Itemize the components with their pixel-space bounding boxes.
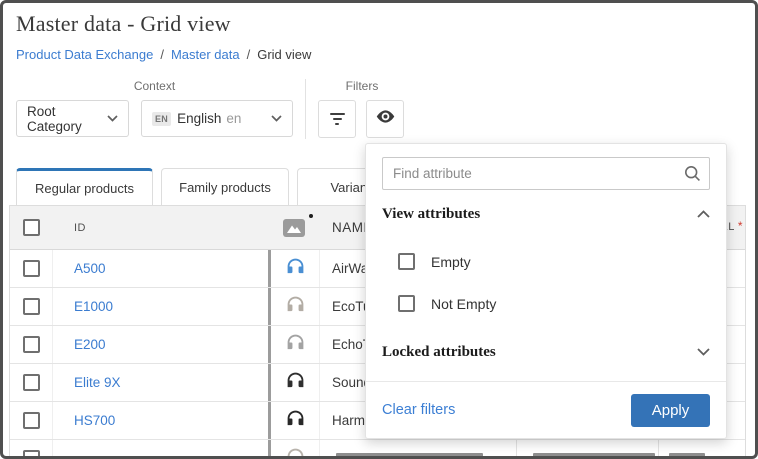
section-title: Locked attributes <box>382 344 496 361</box>
row-checkbox[interactable] <box>23 412 40 429</box>
product-id-link[interactable]: A500 <box>74 261 106 276</box>
chevron-up-icon <box>697 205 710 223</box>
filters-label: Filters <box>318 79 406 93</box>
empty-checkbox[interactable] <box>398 253 415 270</box>
locale-language: English <box>177 111 221 126</box>
view-attributes-button[interactable] <box>366 100 404 138</box>
filter-list-icon <box>330 112 345 127</box>
section-title: View attributes <box>382 206 480 223</box>
headphones-product-image <box>285 446 306 457</box>
row-checkbox[interactable] <box>23 450 40 456</box>
clipped-text <box>336 453 483 456</box>
row-checkbox[interactable] <box>23 260 40 277</box>
toolbar: Context Root Category EN English en <box>16 79 406 139</box>
headphones-product-image <box>285 408 306 434</box>
column-divider <box>516 440 517 456</box>
context-group: Context Root Category EN English en <box>16 79 293 137</box>
chevron-down-icon <box>107 115 118 122</box>
headphones-product-image <box>285 370 306 396</box>
option-empty: Empty <box>398 253 710 270</box>
view-filters-popup: View attributes Empty Not Empty Locked a… <box>365 143 727 439</box>
breadcrumb: Product Data Exchange / Master data / Gr… <box>16 47 311 62</box>
eye-icon <box>375 106 396 132</box>
breadcrumb-current: Grid view <box>257 47 311 62</box>
chevron-down-icon <box>271 115 282 122</box>
product-id-link[interactable]: Elite 9X <box>74 375 121 390</box>
category-dropdown[interactable]: Root Category <box>16 100 129 137</box>
option-not-empty: Not Empty <box>398 295 710 312</box>
clear-filters-link[interactable]: Clear filters <box>382 402 455 418</box>
tab-bar: Regular products Family products Variant… <box>16 168 415 205</box>
column-divider <box>658 440 659 456</box>
category-dropdown-value: Root Category <box>27 104 107 134</box>
image-column-dot <box>309 214 313 218</box>
tab-family-products[interactable]: Family products <box>161 168 289 205</box>
clipped-text <box>533 453 655 456</box>
app-window: Master data - Grid view Product Data Exc… <box>0 0 758 459</box>
chevron-down-icon <box>697 343 710 361</box>
section-view-attributes[interactable]: View attributes <box>382 205 710 223</box>
headphones-product-image <box>285 256 306 282</box>
context-label: Context <box>16 79 293 93</box>
option-label: Not Empty <box>431 296 496 312</box>
select-all-checkbox[interactable] <box>23 219 40 236</box>
image-column-icon <box>283 219 305 237</box>
breadcrumb-separator: / <box>160 47 164 62</box>
locale-badge: EN <box>152 112 171 126</box>
column-header-image <box>268 206 320 249</box>
filters-group: Filters <box>318 79 406 138</box>
row-checkbox[interactable] <box>23 298 40 315</box>
required-asterisk: * <box>738 221 743 231</box>
product-id-link[interactable]: E200 <box>74 337 106 352</box>
breadcrumb-separator: / <box>247 47 251 62</box>
find-attribute-input[interactable] <box>382 157 710 190</box>
locale-dropdown[interactable]: EN English en <box>141 100 293 137</box>
row-checkbox[interactable] <box>23 336 40 353</box>
page-title: Master data - Grid view <box>16 11 311 37</box>
popup-footer: Clear filters Apply <box>366 381 726 438</box>
row-checkbox[interactable] <box>23 374 40 391</box>
product-id-link[interactable]: E1000 <box>74 299 113 314</box>
table-row-partial <box>10 440 745 456</box>
not-empty-checkbox[interactable] <box>398 295 415 312</box>
product-id-link[interactable]: HS700 <box>74 413 115 428</box>
clipped-text <box>669 453 705 456</box>
option-label: Empty <box>431 254 471 270</box>
search-icon <box>684 165 701 187</box>
column-header-id: ID <box>53 222 268 234</box>
breadcrumb-link-master-data[interactable]: Master data <box>171 47 240 62</box>
apply-button[interactable]: Apply <box>631 394 710 427</box>
headphones-product-image <box>285 294 306 320</box>
toolbar-separator <box>305 79 306 139</box>
headphones-product-image <box>285 332 306 358</box>
breadcrumb-link-product-data-exchange[interactable]: Product Data Exchange <box>16 47 153 62</box>
page-header: Master data - Grid view Product Data Exc… <box>16 11 311 62</box>
section-locked-attributes[interactable]: Locked attributes <box>382 343 710 361</box>
locale-code: en <box>226 111 241 126</box>
tab-regular-products[interactable]: Regular products <box>16 168 153 205</box>
filter-button[interactable] <box>318 100 356 138</box>
